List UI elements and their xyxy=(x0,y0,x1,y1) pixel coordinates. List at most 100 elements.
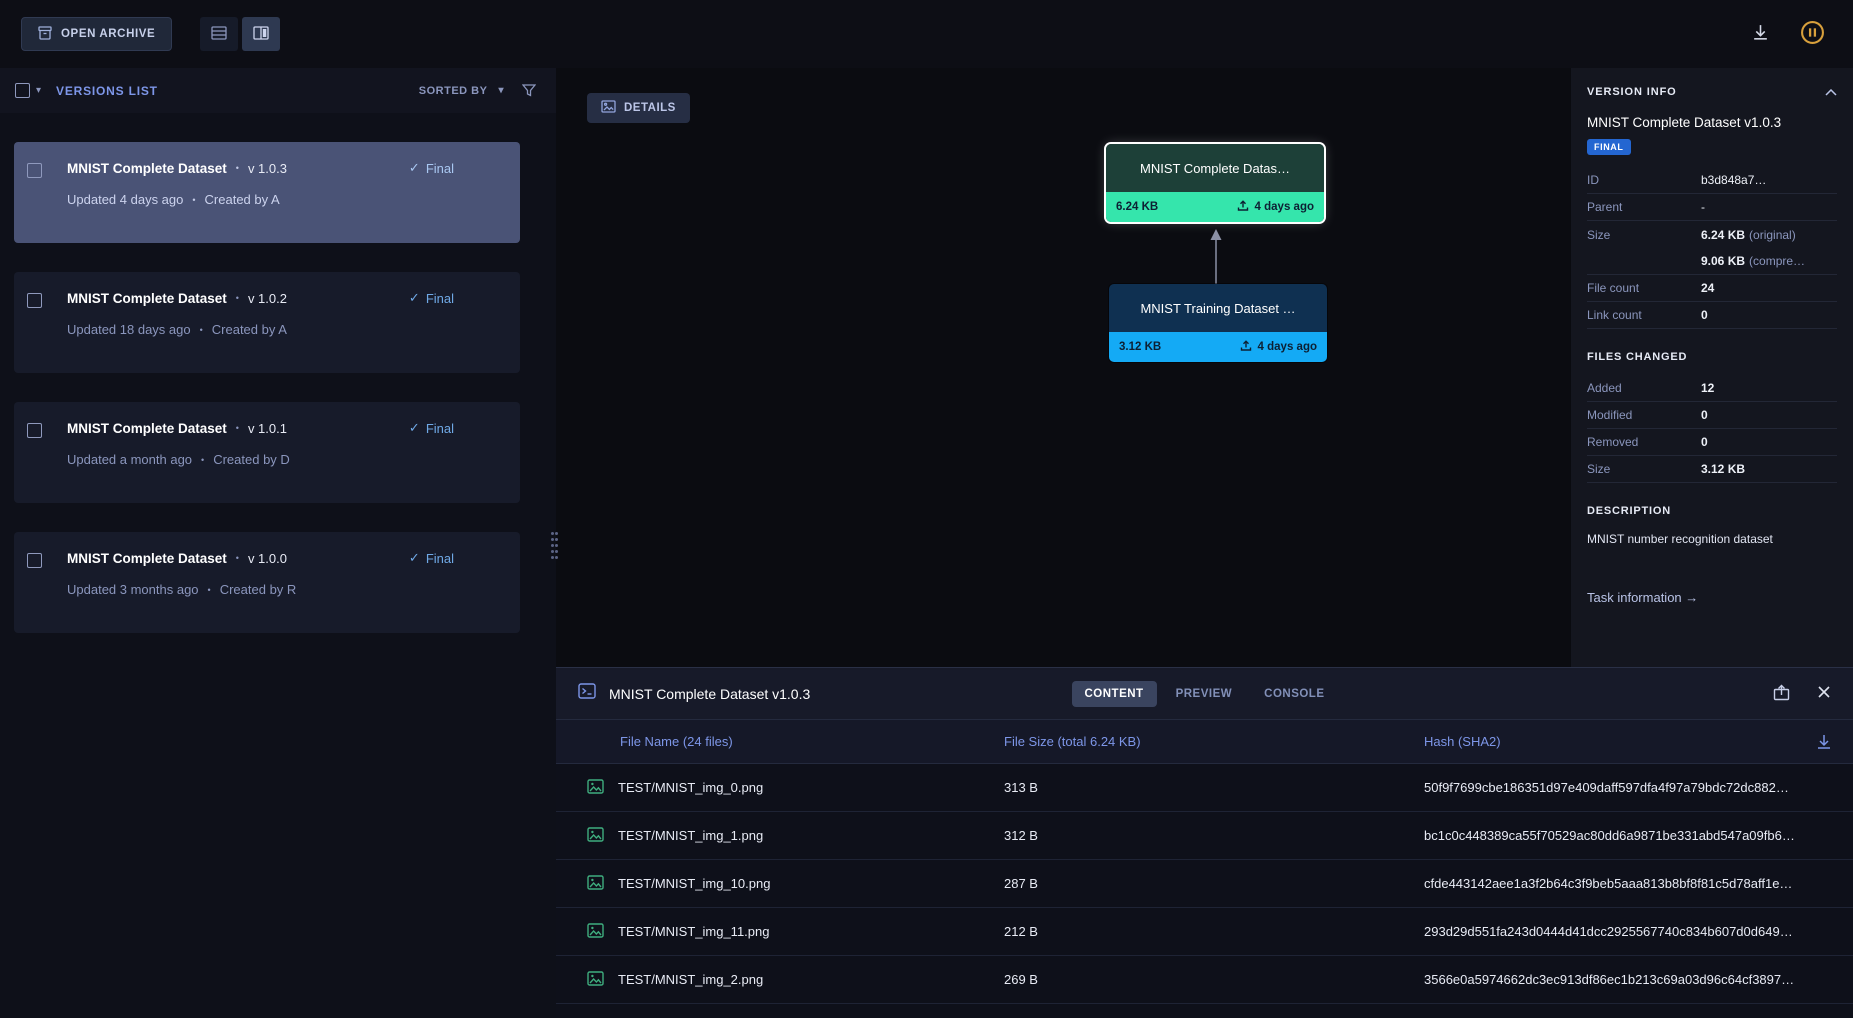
version-checkbox[interactable] xyxy=(27,293,42,308)
close-panel-button[interactable] xyxy=(1817,685,1831,702)
file-size: 313 B xyxy=(1004,780,1424,795)
app-root: OPEN ARCHIVE xyxy=(0,0,1853,1018)
select-all-checkbox[interactable] xyxy=(15,83,30,98)
upload-icon xyxy=(1237,200,1249,215)
table-download-icon[interactable] xyxy=(1815,733,1833,751)
version-checkbox[interactable] xyxy=(27,423,42,438)
description-text: MNIST number recognition dataset xyxy=(1587,531,1837,548)
tab-content[interactable]: CONTENT xyxy=(1071,681,1156,707)
dot-separator: • xyxy=(236,423,239,433)
download-icon xyxy=(1751,23,1770,45)
sorted-by-dropdown[interactable]: SORTED BY ▾ xyxy=(419,85,504,97)
archive-icon xyxy=(38,26,52,43)
version-number: v 1.0.3 xyxy=(248,161,287,176)
open-archive-button[interactable]: OPEN ARCHIVE xyxy=(21,17,172,51)
dot-separator: • xyxy=(236,553,239,563)
version-updated: Updated a month ago xyxy=(67,452,192,467)
task-information-link[interactable]: Task information → xyxy=(1587,590,1837,605)
dot-separator: • xyxy=(201,455,204,465)
top-bar: OPEN ARCHIVE xyxy=(0,0,1853,68)
dataset-content-panel: MNIST Complete Dataset v1.0.3 CONTENT PR… xyxy=(556,668,1853,1018)
file-table-body: TEST/MNIST_img_0.png 313 B 50f9f7699cbe1… xyxy=(556,764,1853,1004)
file-name: TEST/MNIST_img_11.png xyxy=(618,924,769,939)
version-checkbox[interactable] xyxy=(27,163,42,178)
version-updated: Updated 18 days ago xyxy=(67,322,191,337)
file-hash: 293d29d551fa243d0444d41dcc2925567740c834… xyxy=(1424,924,1833,939)
dot-separator: • xyxy=(192,195,195,205)
node-size: 3.12 KB xyxy=(1119,341,1161,353)
info-row-id: ID b3d848a7… xyxy=(1587,167,1837,194)
tab-preview[interactable]: PREVIEW xyxy=(1163,681,1246,707)
info-row-link-count: Link count 0 xyxy=(1587,302,1837,329)
file-size: 212 B xyxy=(1004,924,1424,939)
file-name: TEST/MNIST_img_2.png xyxy=(618,972,763,987)
column-hash: Hash (SHA2) xyxy=(1424,734,1799,749)
files-changed-rows: Added 12 Modified 0 Removed 0 Size 3.12 … xyxy=(1587,375,1837,483)
workers-gauge-button[interactable] xyxy=(1800,20,1825,48)
chevron-up-icon[interactable] xyxy=(1825,89,1837,96)
version-created: Created by R xyxy=(220,582,297,597)
view-toggle-group xyxy=(200,17,280,51)
image-icon xyxy=(587,875,604,893)
node-size: 6.24 KB xyxy=(1116,201,1158,213)
version-number: v 1.0.0 xyxy=(248,551,287,566)
open-in-window-button[interactable] xyxy=(1773,684,1790,704)
image-icon xyxy=(587,971,604,989)
version-created: Created by D xyxy=(213,452,290,467)
file-table-header: File Name (24 files) File Size (total 6.… xyxy=(556,720,1853,764)
version-updated: Updated 4 days ago xyxy=(67,192,183,207)
graph-node-training-dataset[interactable]: MNIST Training Dataset … 3.12 KB 4 days … xyxy=(1109,284,1327,362)
file-size: 269 B xyxy=(1004,972,1424,987)
file-size: 287 B xyxy=(1004,876,1424,891)
version-card-1-0-2[interactable]: MNIST Complete Dataset • v 1.0.2 ✓ Final… xyxy=(14,272,520,373)
filter-icon[interactable] xyxy=(522,84,536,97)
status-badge: ✓ Final xyxy=(409,420,454,436)
file-row[interactable]: TEST/MNIST_img_1.png 312 B bc1c0c448389c… xyxy=(556,812,1853,860)
check-icon: ✓ xyxy=(409,290,420,306)
content-panel-tabs: CONTENT PREVIEW CONSOLE xyxy=(1071,681,1337,707)
panel-resize-handle[interactable] xyxy=(549,522,561,568)
upload-icon xyxy=(1240,340,1252,355)
file-hash: bc1c0c448389ca55f70529ac80dd6a9871be331a… xyxy=(1424,828,1833,843)
version-card-1-0-0[interactable]: MNIST Complete Dataset • v 1.0.0 ✓ Final… xyxy=(14,532,520,633)
dot-separator: • xyxy=(200,325,203,335)
description-header: DESCRIPTION xyxy=(1587,505,1837,517)
file-row[interactable]: TEST/MNIST_img_2.png 269 B 3566e0a597466… xyxy=(556,956,1853,1004)
final-badge: FINAL xyxy=(1587,139,1631,155)
versions-list: MNIST Complete Dataset • v 1.0.3 ✓ Final… xyxy=(0,113,556,662)
versions-panel: ▾ VERSIONS LIST SORTED BY ▾ MNIST Comple… xyxy=(0,68,556,1018)
table-view-button[interactable] xyxy=(200,17,238,51)
download-button[interactable] xyxy=(1751,23,1770,45)
info-row-file-count: File count 24 xyxy=(1587,275,1837,302)
open-in-window-icon xyxy=(1773,684,1790,704)
files-changed-removed: Removed 0 xyxy=(1587,429,1837,456)
select-all-caret-icon[interactable]: ▾ xyxy=(36,85,41,96)
version-checkbox[interactable] xyxy=(27,553,42,568)
version-info-dataset-title: MNIST Complete Dataset v1.0.3 xyxy=(1587,115,1837,130)
tab-console[interactable]: CONSOLE xyxy=(1251,681,1337,707)
open-archive-label: OPEN ARCHIVE xyxy=(61,28,155,40)
top-bar-actions xyxy=(1751,20,1825,48)
versions-list-title: VERSIONS LIST xyxy=(56,84,158,98)
file-row[interactable]: TEST/MNIST_img_0.png 313 B 50f9f7699cbe1… xyxy=(556,764,1853,812)
file-row[interactable]: TEST/MNIST_img_11.png 212 B 293d29d551fa… xyxy=(556,908,1853,956)
column-file-size: File Size (total 6.24 KB) xyxy=(1004,734,1424,749)
graph-node-complete-dataset[interactable]: MNIST Complete Datas… 6.24 KB 4 days ago xyxy=(1106,144,1324,222)
details-icon xyxy=(601,100,616,116)
file-name: TEST/MNIST_img_0.png xyxy=(618,780,763,795)
version-card-1-0-3[interactable]: MNIST Complete Dataset • v 1.0.3 ✓ Final… xyxy=(14,142,520,243)
image-icon xyxy=(587,827,604,845)
content-panel-title: MNIST Complete Dataset v1.0.3 xyxy=(609,686,810,702)
dot-separator: • xyxy=(208,585,211,595)
version-card-1-0-1[interactable]: MNIST Complete Dataset • v 1.0.1 ✓ Final… xyxy=(14,402,520,503)
version-name: MNIST Complete Dataset xyxy=(67,551,227,566)
details-button[interactable]: DETAILS xyxy=(587,93,690,123)
graph-edge-arrow xyxy=(1206,228,1226,289)
file-row[interactable]: TEST/MNIST_img_10.png 287 B cfde443142ae… xyxy=(556,860,1853,908)
check-icon: ✓ xyxy=(409,160,420,176)
image-icon xyxy=(587,923,604,941)
split-view-button[interactable] xyxy=(242,17,280,51)
status-badge: ✓ Final xyxy=(409,160,454,176)
file-hash: 50f9f7699cbe186351d97e409daff597dfa4f97a… xyxy=(1424,780,1833,795)
node-title: MNIST Training Dataset … xyxy=(1109,284,1327,332)
